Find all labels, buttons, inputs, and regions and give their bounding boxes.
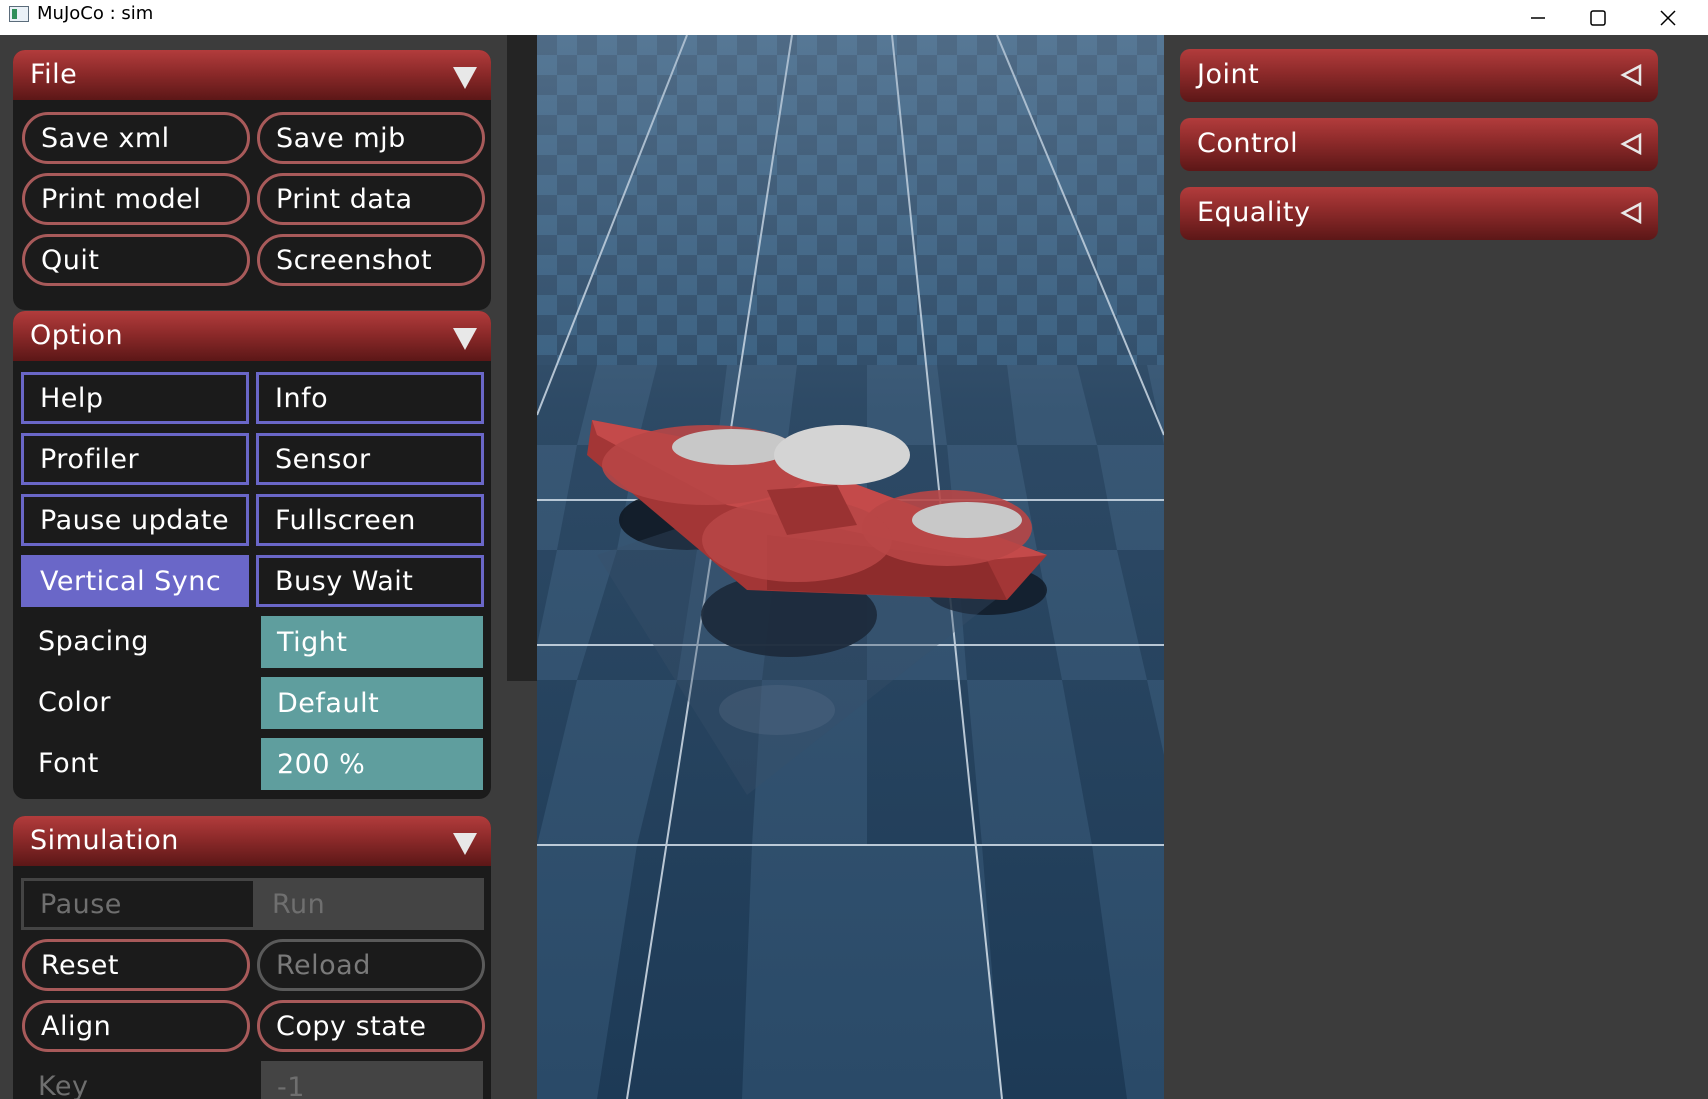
minimize-button[interactable] [1512,0,1564,35]
font-label: Font [38,748,99,779]
joint-section-header[interactable]: Joint [1180,49,1658,102]
caret-left-icon [1620,64,1642,86]
vertical-sync-checkbox[interactable]: Vertical Sync [21,555,249,607]
right-panel: Joint Control Equality [1164,35,1708,1099]
maximize-icon [1590,9,1606,26]
copy-state-button[interactable]: Copy state [257,1000,485,1052]
caret-left-icon [1620,133,1642,155]
reload-button[interactable]: Reload [257,939,485,991]
joint-section-title: Joint [1197,59,1260,90]
scene-render [537,35,1164,1099]
key-slider[interactable]: -1 [261,1061,483,1099]
file-section-title: File [30,59,78,90]
close-button[interactable] [1642,0,1694,35]
scrollbar-thumb[interactable] [507,35,537,681]
screenshot-button[interactable]: Screenshot [257,234,485,286]
option-section-title: Option [30,320,124,351]
spacing-select[interactable]: Tight [261,616,483,668]
sensor-checkbox[interactable]: Sensor [256,433,484,485]
option-section: Option Help Info Profiler Sensor Pause u… [13,311,491,799]
simulation-section: Simulation Pause Run Reset Reload Align … [13,816,491,1099]
print-model-button[interactable]: Print model [22,173,250,225]
window-title: MuJoCo : sim [37,3,154,24]
help-checkbox[interactable]: Help [21,372,249,424]
option-section-header[interactable]: Option [13,311,491,361]
busy-wait-checkbox[interactable]: Busy Wait [256,555,484,607]
font-select[interactable]: 200 % [261,738,483,790]
info-checkbox[interactable]: Info [256,372,484,424]
close-icon [1660,9,1676,26]
caret-down-icon [453,328,477,350]
profiler-checkbox[interactable]: Profiler [21,433,249,485]
color-label: Color [38,687,111,718]
simulation-section-header[interactable]: Simulation [13,816,491,866]
control-section-title: Control [1197,128,1299,159]
left-panel: File Save xml Save mjb Print model Print… [0,35,507,1099]
app-icon [9,6,29,22]
left-panel-scrollbar[interactable] [507,35,537,1099]
align-button[interactable]: Align [22,1000,250,1052]
equality-section-header[interactable]: Equality [1180,187,1658,240]
print-data-button[interactable]: Print data [257,173,485,225]
key-label: Key [38,1071,89,1099]
simulation-section-title: Simulation [30,825,179,856]
spacing-label: Spacing [38,626,149,657]
fullscreen-checkbox[interactable]: Fullscreen [256,494,484,546]
pause-radio[interactable]: Pause [21,878,256,930]
file-section-header[interactable]: File [13,50,491,100]
caret-down-icon [453,833,477,855]
3d-viewport[interactable] [537,35,1164,1099]
color-select[interactable]: Default [261,677,483,729]
pause-update-checkbox[interactable]: Pause update [21,494,249,546]
caret-left-icon [1620,202,1642,224]
minimize-icon [1531,16,1545,19]
maximize-button[interactable] [1572,0,1624,35]
title-bar: MuJoCo : sim [0,0,1708,35]
quit-button[interactable]: Quit [22,234,250,286]
equality-section-title: Equality [1197,197,1311,228]
file-section: File Save xml Save mjb Print model Print… [13,50,491,310]
save-mjb-button[interactable]: Save mjb [257,112,485,164]
save-xml-button[interactable]: Save xml [22,112,250,164]
caret-down-icon [453,67,477,89]
control-section-header[interactable]: Control [1180,118,1658,171]
reset-button[interactable]: Reset [22,939,250,991]
run-radio[interactable]: Run [256,878,484,930]
